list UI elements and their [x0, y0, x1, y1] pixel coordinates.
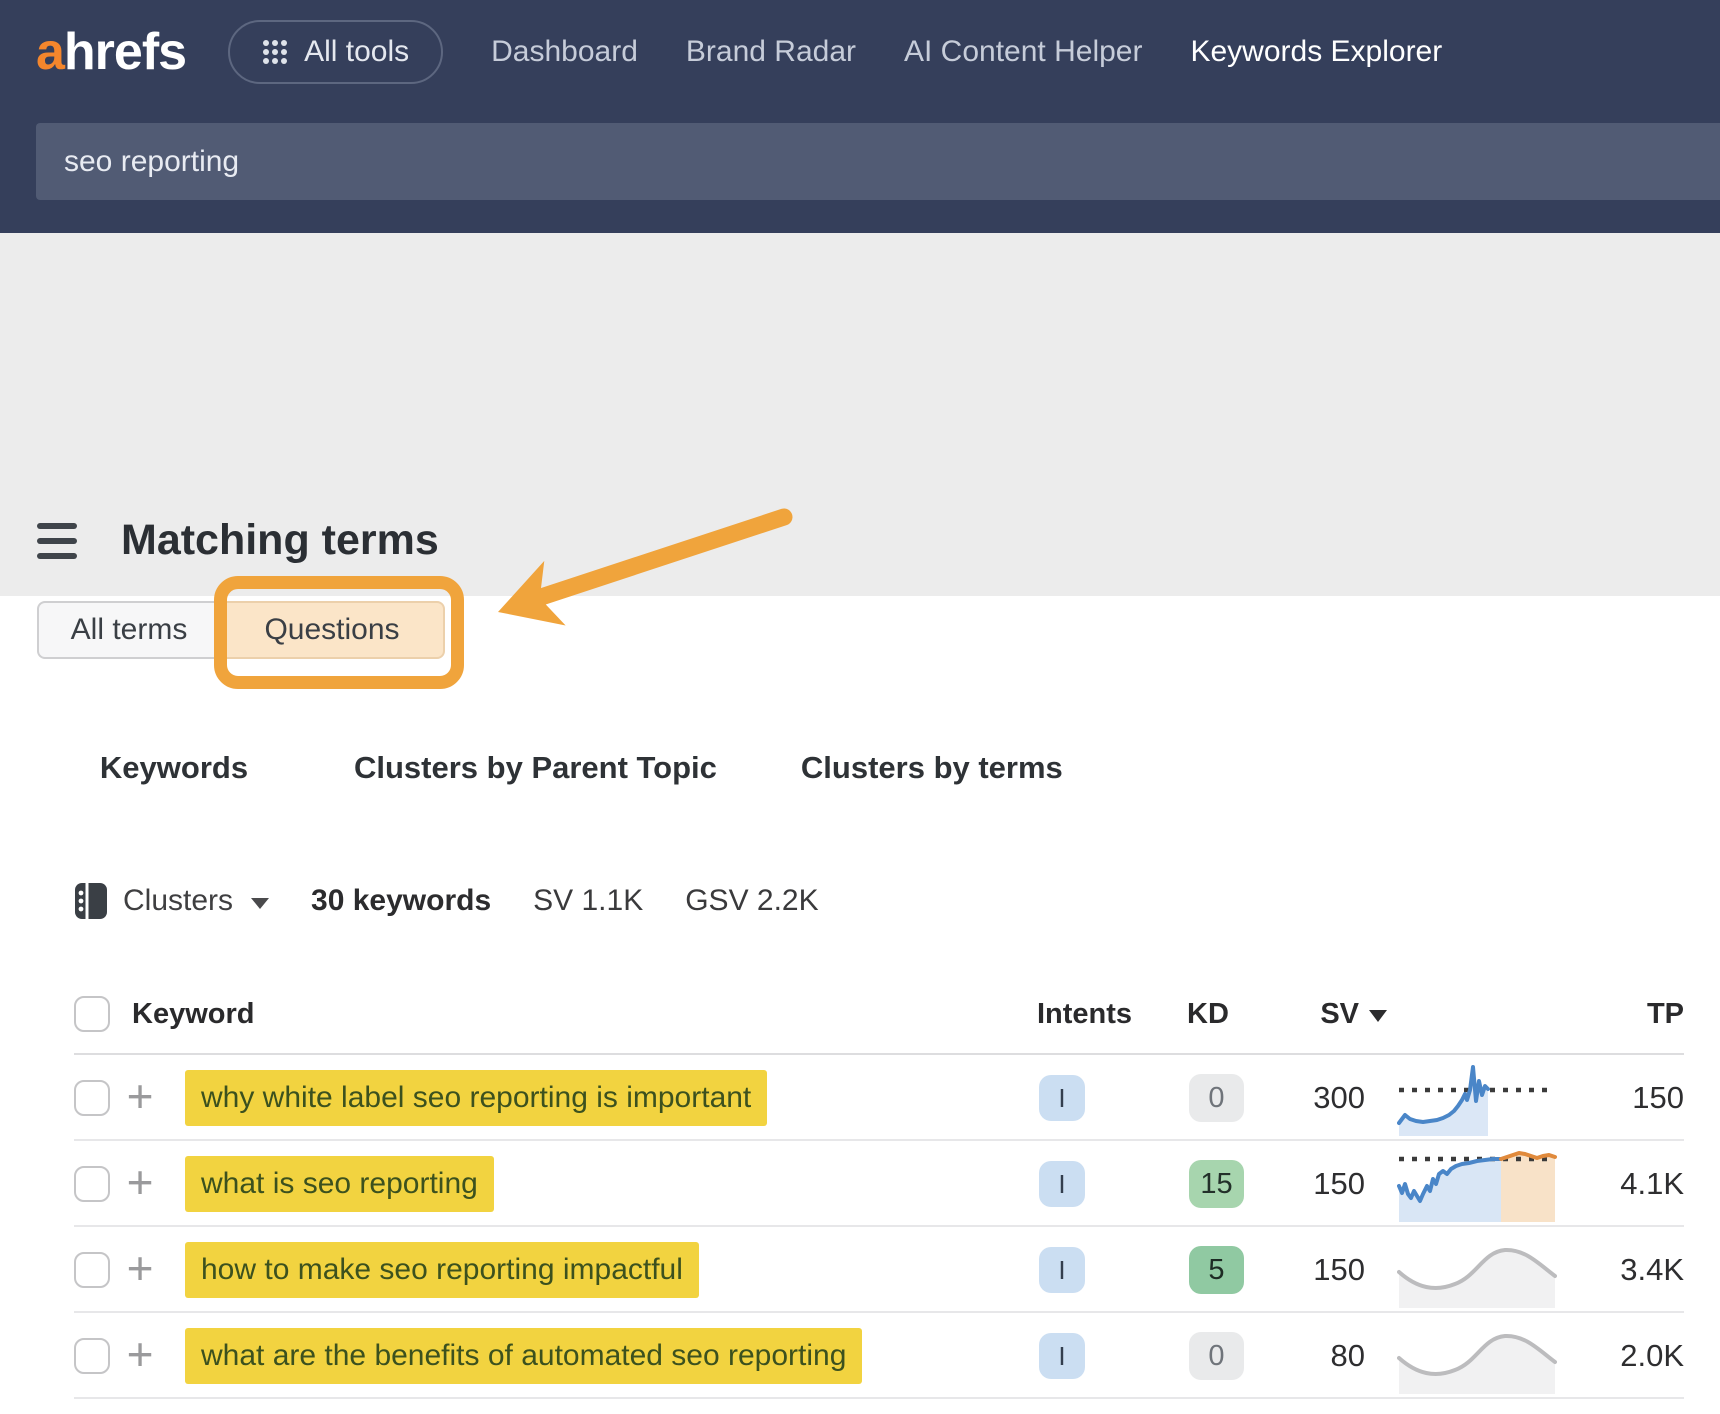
kd-badge: 5: [1189, 1246, 1244, 1294]
tp-value: 2.0K: [1557, 1338, 1684, 1374]
header-kd[interactable]: KD: [1177, 998, 1257, 1031]
keyword-search-input[interactable]: [36, 123, 1720, 200]
table-header-row: Keyword Intents KD SV TP: [36, 973, 1684, 1055]
sv-total: SV 1.1K: [533, 884, 643, 918]
keywords-count: 30 keywords: [311, 884, 491, 918]
tp-value: 150: [1557, 1080, 1684, 1116]
row-checkbox[interactable]: [74, 1080, 110, 1116]
intent-badge[interactable]: I: [1039, 1333, 1085, 1379]
nav-link-brand-radar[interactable]: Brand Radar: [686, 35, 856, 69]
nav-link-ai-content-helper[interactable]: AI Content Helper: [904, 35, 1142, 69]
tab-keywords[interactable]: Keywords: [36, 707, 312, 829]
tab-clusters-by-terms[interactable]: Clusters by terms: [759, 707, 1105, 829]
sv-value: 300: [1257, 1080, 1387, 1116]
keyword-link[interactable]: what are the benefits of automated seo r…: [185, 1328, 862, 1384]
row-checkbox[interactable]: [74, 1338, 110, 1374]
kd-badge: 15: [1189, 1160, 1244, 1208]
clusters-dropdown[interactable]: Clusters: [73, 880, 269, 922]
table-row: + what is seo reporting I 15 150 4.1K: [36, 1141, 1684, 1227]
header-sv[interactable]: SV: [1257, 998, 1387, 1031]
top-navigation: ahrefs All tools Dashboard Brand Radar A…: [0, 0, 1720, 233]
main-content: Matching terms All terms Questions Keywo…: [0, 233, 1720, 1414]
add-keyword-icon[interactable]: +: [127, 1078, 154, 1114]
table-row: + how to make seo reporting impactful I …: [36, 1227, 1684, 1313]
intent-badge[interactable]: I: [1039, 1075, 1085, 1121]
add-keyword-icon[interactable]: +: [127, 1336, 154, 1372]
sv-value: 80: [1257, 1338, 1387, 1374]
keyword-link[interactable]: how to make seo reporting impactful: [185, 1242, 699, 1298]
sort-desc-icon: [1369, 1010, 1387, 1022]
table-row: + how to do seo reporting I 15 60 3.4K: [36, 1399, 1684, 1414]
grid-icon: [262, 39, 288, 65]
row-checkbox[interactable]: [74, 1252, 110, 1288]
clusters-panel-icon: [73, 880, 109, 922]
header-keyword[interactable]: Keyword: [110, 998, 1037, 1031]
intent-badge[interactable]: I: [1039, 1161, 1085, 1207]
questions-button[interactable]: Questions: [219, 601, 445, 659]
results-tabs: Keywords Clusters by Parent Topic Cluste…: [36, 707, 1720, 829]
select-all-checkbox[interactable]: [74, 996, 110, 1032]
kd-badge: 0: [1189, 1332, 1244, 1380]
trend-sparkline: [1397, 1232, 1557, 1308]
keyword-link[interactable]: why white label seo reporting is importa…: [185, 1070, 767, 1126]
tab-clusters-by-parent-topic[interactable]: Clusters by Parent Topic: [312, 707, 759, 829]
trend-sparkline: [1397, 1318, 1557, 1394]
sv-value: 150: [1257, 1166, 1387, 1202]
all-tools-button[interactable]: All tools: [228, 20, 443, 84]
all-tools-label: All tools: [304, 35, 409, 69]
gsv-total: GSV 2.2K: [685, 884, 818, 918]
kd-badge: 0: [1189, 1074, 1244, 1122]
add-keyword-icon[interactable]: +: [127, 1164, 154, 1200]
nav-links: Dashboard Brand Radar AI Content Helper …: [491, 35, 1442, 69]
add-keyword-icon[interactable]: +: [127, 1250, 154, 1286]
menu-icon[interactable]: [37, 523, 77, 559]
page-title: Matching terms: [121, 516, 439, 565]
row-checkbox[interactable]: [74, 1166, 110, 1202]
chevron-down-icon: [251, 898, 269, 909]
all-terms-button[interactable]: All terms: [37, 601, 219, 659]
logo-rest: hrefs: [64, 23, 186, 81]
tp-value: 3.4K: [1557, 1252, 1684, 1288]
terms-filter-group: All terms Questions: [37, 601, 445, 659]
trend-sparkline: [1397, 1060, 1557, 1136]
table-toolbar: Clusters 30 keywords SV 1.1K GSV 2.2K: [0, 829, 1720, 973]
keyword-link[interactable]: what is seo reporting: [185, 1156, 494, 1212]
tp-value: 4.1K: [1557, 1166, 1684, 1202]
ahrefs-logo[interactable]: ahrefs: [36, 22, 186, 82]
nav-link-dashboard[interactable]: Dashboard: [491, 35, 638, 69]
trend-sparkline: [1397, 1146, 1557, 1222]
intent-badge[interactable]: I: [1039, 1247, 1085, 1293]
logo-letter-a: a: [36, 23, 64, 81]
sv-value: 150: [1257, 1252, 1387, 1288]
table-row: + why white label seo reporting is impor…: [36, 1055, 1684, 1141]
clusters-label: Clusters: [123, 884, 233, 918]
header-tp[interactable]: TP: [1557, 998, 1684, 1031]
table-row: + what are the benefits of automated seo…: [36, 1313, 1684, 1399]
keywords-table: Keyword Intents KD SV TP + why white lab…: [36, 973, 1684, 1414]
trend-sparkline: [1397, 1404, 1557, 1414]
header-intents[interactable]: Intents: [1037, 998, 1177, 1031]
nav-link-keywords-explorer[interactable]: Keywords Explorer: [1190, 35, 1442, 69]
